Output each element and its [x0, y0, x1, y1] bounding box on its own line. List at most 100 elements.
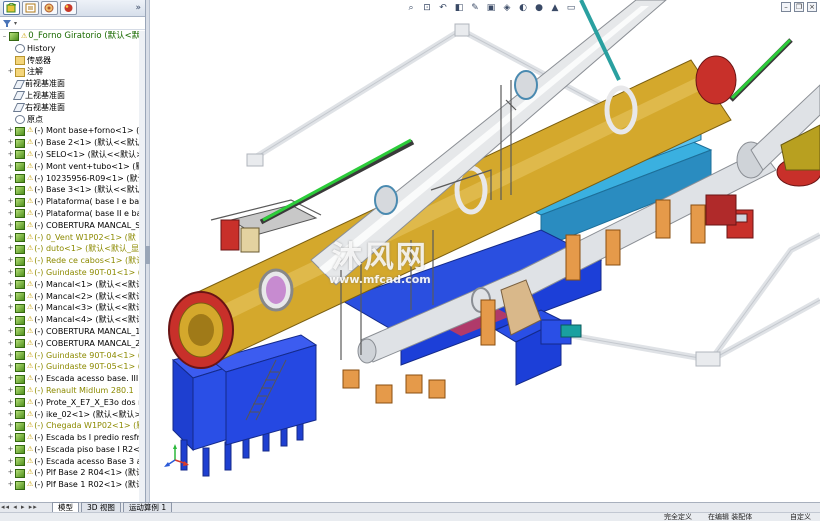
- zoom-to-fit-icon[interactable]: ⌕: [405, 2, 417, 14]
- tree-item[interactable]: + ⚠ (-) Escada acesso Base 3 a: [0, 456, 145, 468]
- tree-item[interactable]: + ⚠ (-) Chegada W1P02<1> (默: [0, 420, 145, 432]
- configuration-manager-tab[interactable]: [41, 1, 58, 15]
- tree-item[interactable]: 右视基准面: [0, 102, 145, 114]
- tree-item[interactable]: + ⚠ (-) Prote_X_E7_X_E3o dos ro: [0, 397, 145, 409]
- minimize-button[interactable]: –: [781, 2, 791, 12]
- expand-icon[interactable]: +: [6, 409, 15, 421]
- tree-item[interactable]: + ⚠ (-) Plataforma( base I e bas: [0, 196, 145, 208]
- graphics-viewport[interactable]: ⌕ ⊡ ↶ ◧ ✎ ▣ ◈ ◐ ● ▲ ▭ – ❐ × 沐风网 www.mfcad.com: [151, 0, 820, 502]
- expand-icon[interactable]: +: [6, 350, 15, 362]
- panel-more-chevron-icon[interactable]: »: [135, 3, 141, 13]
- expand-icon[interactable]: +: [6, 385, 15, 397]
- tree-item[interactable]: + ⚠ (-) duto<1> (默认<默认_显: [0, 243, 145, 255]
- expand-icon[interactable]: +: [6, 420, 15, 432]
- expand-icon[interactable]: +: [6, 243, 15, 255]
- expand-icon[interactable]: +: [6, 196, 15, 208]
- expand-icon[interactable]: +: [6, 444, 15, 456]
- tree-item[interactable]: + ⚠ (-) Guindaste 90T-01<1> (: [0, 267, 145, 279]
- tree-scrollbar[interactable]: [139, 31, 145, 502]
- tree-item[interactable]: + ⚠ (-) Base 3<1> (默认<<默认>_: [0, 184, 145, 196]
- expand-icon[interactable]: +: [6, 220, 15, 232]
- tree-item[interactable]: + ⚠ (-) Mancal<3> (默认<<默认: [0, 302, 145, 314]
- expand-icon[interactable]: +: [6, 302, 15, 314]
- expand-icon[interactable]: +: [6, 291, 15, 303]
- appearance-tab[interactable]: [60, 1, 77, 15]
- tree-item[interactable]: + 注解: [0, 66, 145, 78]
- expand-icon[interactable]: +: [6, 173, 15, 185]
- tree-item[interactable]: + ⚠ (-) Plf Base 2 R04<1> (默认: [0, 467, 145, 479]
- display-style-icon[interactable]: ◈: [501, 2, 513, 14]
- tree-item[interactable]: + ⚠ (-) COBERTURA MANCAL_1: [0, 326, 145, 338]
- tree-item[interactable]: + ⚠ (-) Mancal<2> (默认<<默认: [0, 291, 145, 303]
- expand-icon[interactable]: +: [6, 326, 15, 338]
- expand-icon[interactable]: +: [6, 456, 15, 468]
- tree-item[interactable]: + ⚠ (-) Escada piso base I R2<1: [0, 444, 145, 456]
- filter-dropdown-icon[interactable]: ▾: [14, 20, 17, 27]
- expand-icon[interactable]: +: [6, 232, 15, 244]
- splitter-grip-handle[interactable]: [146, 246, 150, 264]
- expand-icon[interactable]: +: [6, 279, 15, 291]
- tree-item[interactable]: + ⚠ (-) SELO<1> (默认<<默认>_: [0, 149, 145, 161]
- previous-view-icon[interactable]: ↶: [437, 2, 449, 14]
- expand-icon[interactable]: +: [6, 314, 15, 326]
- edit-appearance-icon[interactable]: ●: [533, 2, 545, 14]
- tree-item[interactable]: + ⚠ (-) Escada acesso base. III<: [0, 373, 145, 385]
- tree-item[interactable]: 前视基准面: [0, 78, 145, 90]
- expand-icon[interactable]: +: [6, 338, 15, 350]
- expand-icon[interactable]: +: [6, 161, 15, 173]
- tree-item[interactable]: + ⚠ (-) ike_02<1> (默认<默认>_: [0, 409, 145, 421]
- tab-motion-study[interactable]: 运动算例 1: [122, 502, 173, 512]
- expand-icon[interactable]: +: [6, 397, 15, 409]
- tree-item[interactable]: History: [0, 43, 145, 55]
- apply-scene-icon[interactable]: ▲: [549, 2, 561, 14]
- tree-root-assembly[interactable]: – ⚠ 0_Forno Giratorio (默认<默认: [0, 31, 145, 43]
- tree-item[interactable]: + ⚠ (-) Plf Base 1 R02<1> (默认: [0, 479, 145, 491]
- restore-button[interactable]: ❐: [794, 2, 804, 12]
- filter-icon[interactable]: [3, 19, 12, 28]
- property-manager-tab[interactable]: [22, 1, 39, 15]
- expand-icon[interactable]: +: [6, 66, 15, 78]
- tree-item[interactable]: + ⚠ (-) Mancal<1> (默认<<默认: [0, 279, 145, 291]
- expand-icon[interactable]: +: [6, 479, 15, 491]
- feature-manager-tab[interactable]: [3, 1, 20, 15]
- status-units[interactable]: 自定义: [790, 513, 811, 521]
- expand-icon[interactable]: +: [6, 467, 15, 479]
- tree-item[interactable]: + ⚠ (-) Guindaste 90T-04<1> (: [0, 350, 145, 362]
- tab-nav-arrows-icon[interactable]: ◂◂ ◂ ▸ ▸▸: [1, 503, 38, 511]
- tree-item[interactable]: + ⚠ (-) Escada bs I predio resfr: [0, 432, 145, 444]
- tree-item[interactable]: + ⚠ (-) Renault Midlum 280.1: [0, 385, 145, 397]
- hide-show-icon[interactable]: ◐: [517, 2, 529, 14]
- tree-item[interactable]: 上视基准面: [0, 90, 145, 102]
- expand-icon[interactable]: +: [6, 184, 15, 196]
- tree-item[interactable]: + ⚠ (-) COBERTURA MANCAL_S: [0, 220, 145, 232]
- close-button[interactable]: ×: [807, 2, 817, 12]
- tree-item[interactable]: 传感器: [0, 55, 145, 67]
- view-settings-icon[interactable]: ▭: [565, 2, 577, 14]
- tree-item[interactable]: + ⚠ (-) Rede ce cabos<1> (默认: [0, 255, 145, 267]
- expand-icon[interactable]: +: [6, 149, 15, 161]
- zoom-area-icon[interactable]: ⊡: [421, 2, 433, 14]
- assembly-3d-model[interactable]: [151, 0, 820, 502]
- tree-item[interactable]: + ⚠ (-) Mont vent+tubo<1> (默认: [0, 161, 145, 173]
- expand-icon[interactable]: +: [6, 125, 15, 137]
- tab-3d-views[interactable]: 3D 视图: [81, 502, 121, 512]
- expand-icon[interactable]: +: [6, 361, 15, 373]
- tree-item[interactable]: + ⚠ (-) Mancal<4> (默认<<默认: [0, 314, 145, 326]
- tree-item[interactable]: + ⚠ (-) Guindaste 90T-05<1> (: [0, 361, 145, 373]
- dynamic-annotation-icon[interactable]: ✎: [469, 2, 481, 14]
- expand-icon[interactable]: +: [6, 208, 15, 220]
- tab-model[interactable]: 模型: [52, 502, 79, 512]
- expand-icon[interactable]: +: [6, 432, 15, 444]
- expand-icon[interactable]: +: [6, 373, 15, 385]
- expand-icon[interactable]: +: [6, 255, 15, 267]
- tree-item[interactable]: + ⚠ (-) 10235956-R09<1> (默认: [0, 173, 145, 185]
- tree-item[interactable]: + ⚠ (-) COBERTURA MANCAL_2: [0, 338, 145, 350]
- collapse-icon[interactable]: –: [0, 31, 9, 43]
- section-view-icon[interactable]: ◧: [453, 2, 465, 14]
- panel-splitter[interactable]: [146, 0, 150, 502]
- expand-icon[interactable]: +: [6, 137, 15, 149]
- tree-item[interactable]: + ⚠ (-) 0_Vent W1P02<1> (默: [0, 232, 145, 244]
- tree-item[interactable]: 原点: [0, 114, 145, 126]
- tree-item[interactable]: + ⚠ (-) Base 2<1> (默认<<默认>_: [0, 137, 145, 149]
- view-orientation-icon[interactable]: ▣: [485, 2, 497, 14]
